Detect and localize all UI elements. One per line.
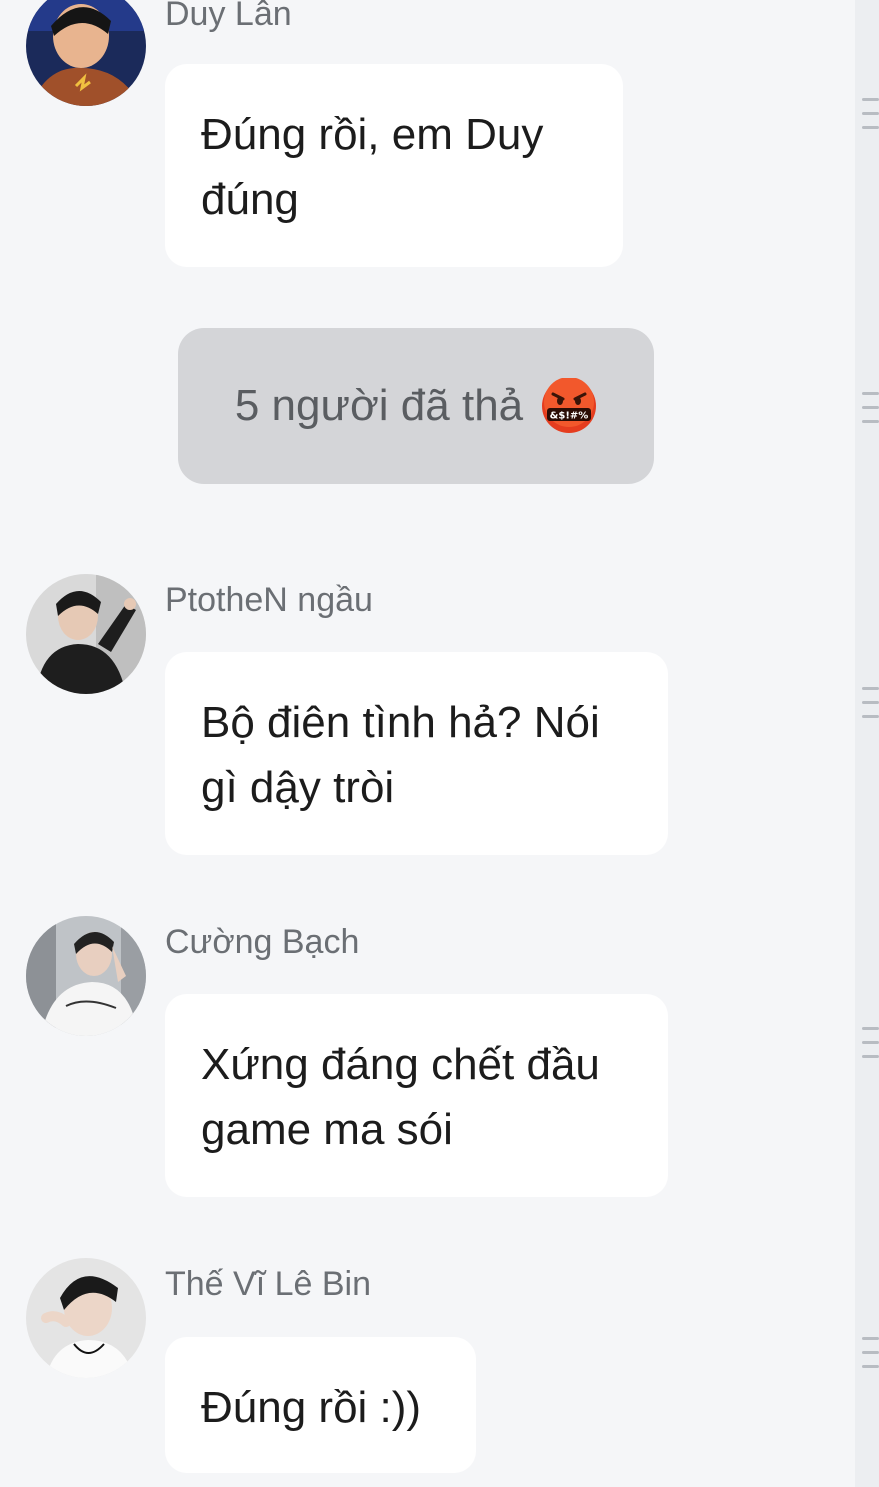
message-text: Đúng rồi, em Duy đúng	[201, 110, 544, 224]
message-options-icon[interactable]	[862, 686, 879, 720]
emoji-symbols-text: &$!#%	[550, 411, 589, 422]
avatar-cuong-bach[interactable]	[26, 916, 146, 1036]
message-options-icon[interactable]	[862, 1026, 879, 1060]
message-options-icon[interactable]	[862, 391, 879, 425]
reaction-summary[interactable]: 5 người đã thả &$!#%	[178, 328, 654, 484]
avatar-ptothen-ngau[interactable]	[26, 574, 146, 694]
avatar-the-vi-le-bin[interactable]	[26, 1258, 146, 1378]
sender-name: Cường Bạch	[165, 923, 360, 961]
message-bubble[interactable]: Xứng đáng chết đầu game ma sói	[165, 994, 668, 1197]
reaction-count-text: 5 người đã thả	[234, 381, 524, 430]
sender-name: PtotheN ngầu	[165, 581, 373, 619]
sender-name: Duy Lân	[165, 0, 292, 33]
angry-cursing-emoji-icon: &$!#%	[541, 378, 597, 434]
message-text: Xứng đáng chết đầu game ma sói	[201, 1040, 600, 1154]
avatar-duy-lan[interactable]	[26, 0, 146, 106]
message-bubble[interactable]: Bộ điên tình hả? Nói gì dậy tròi	[165, 652, 668, 855]
message-text: Bộ điên tình hả? Nói gì dậy tròi	[201, 698, 600, 812]
message-options-icon[interactable]	[862, 97, 879, 131]
message-options-icon[interactable]	[862, 1336, 879, 1370]
message-text: Đúng rồi :))	[201, 1383, 422, 1432]
message-bubble[interactable]: Đúng rồi, em Duy đúng	[165, 64, 623, 267]
message-bubble[interactable]: Đúng rồi :))	[165, 1337, 476, 1473]
sender-name: Thế Vĩ Lê Bin	[165, 1265, 372, 1303]
scroll-gutter	[855, 0, 879, 1487]
